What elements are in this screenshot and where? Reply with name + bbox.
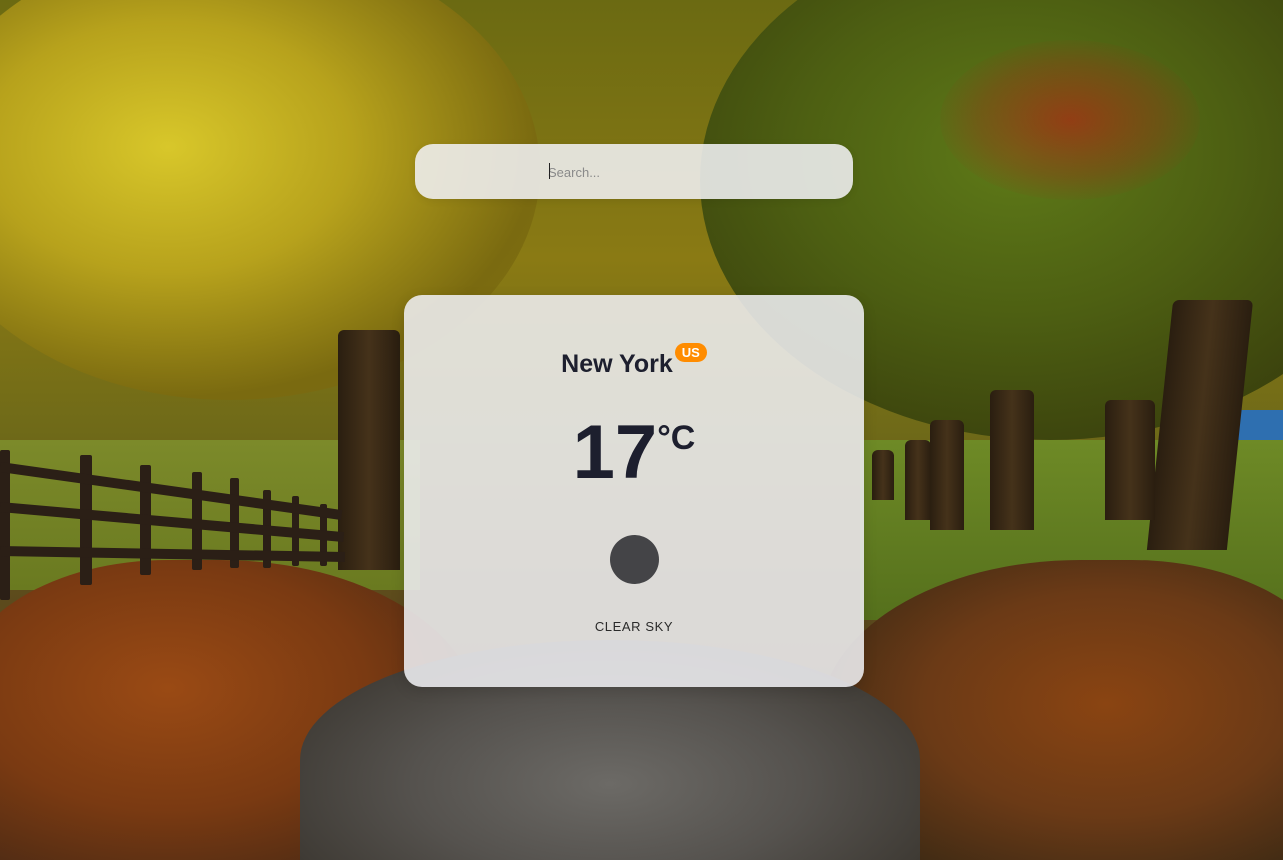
temperature-unit: °C [657, 419, 696, 457]
search-input[interactable] [548, 161, 828, 183]
background-tree-trunk [872, 450, 894, 500]
background-tree-trunk [905, 440, 931, 520]
location-row: New York US [404, 342, 864, 379]
background-tree-trunk [338, 330, 400, 570]
background-tree-trunk [930, 420, 964, 530]
clear-sky-icon [610, 535, 659, 584]
search-bar[interactable] [415, 144, 853, 199]
city-name: New York [561, 350, 673, 378]
background-tree-trunk [990, 390, 1034, 530]
temperature-row: 17°C [404, 413, 864, 493]
background-red-leaves [940, 40, 1200, 200]
temperature-value: 17 [572, 410, 658, 495]
background-tree-trunk [1105, 400, 1155, 520]
country-badge: US [674, 342, 707, 362]
text-cursor [549, 163, 550, 179]
weather-card: New York US 17°C CLEAR SKY [404, 295, 864, 687]
weather-description: CLEAR SKY [594, 619, 674, 634]
